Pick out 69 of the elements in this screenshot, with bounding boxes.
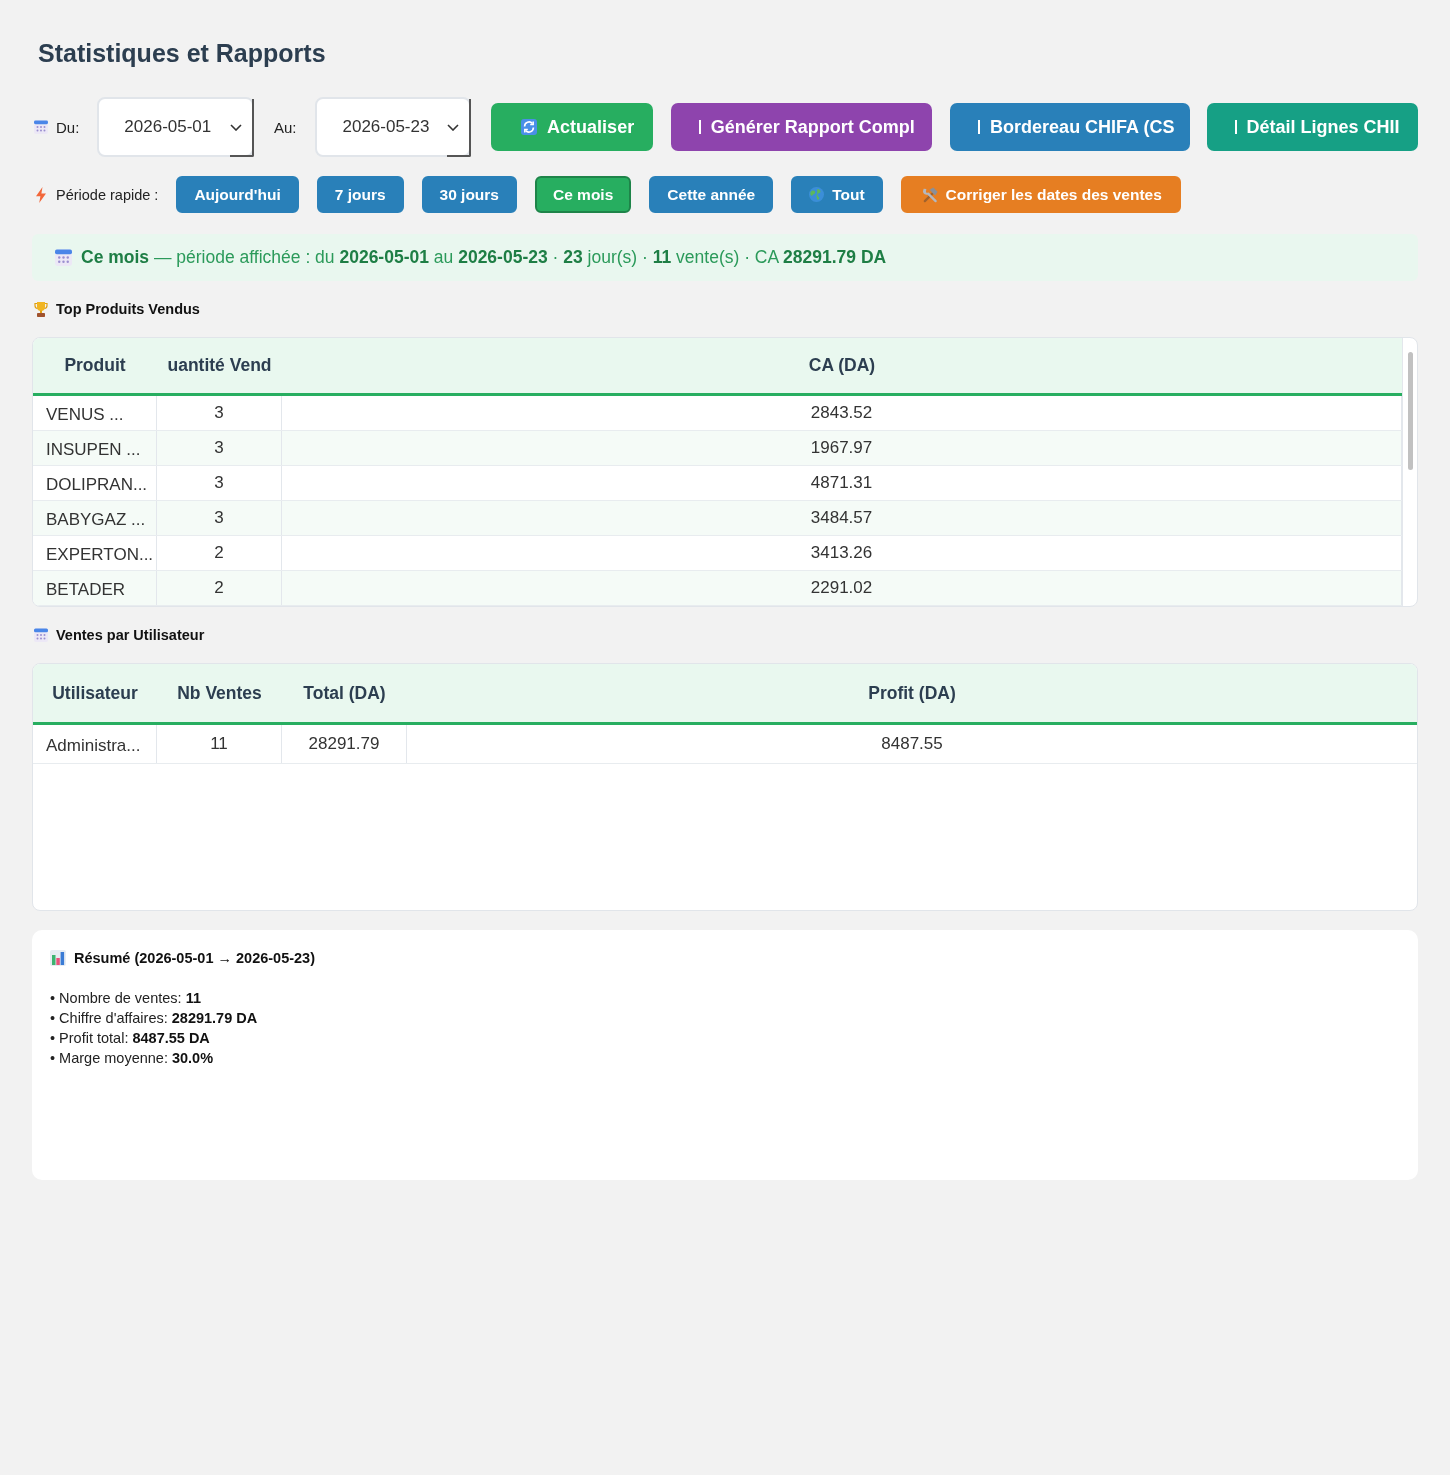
chevron-down-icon bbox=[447, 123, 460, 131]
column-header: Total (DA) bbox=[302, 682, 387, 704]
bar-chart-icon bbox=[50, 950, 66, 966]
page-title: Statistiques et Rapports bbox=[37, 38, 326, 68]
column-header: CA (DA) bbox=[807, 355, 877, 376]
table-cell: 3413.26 bbox=[282, 536, 1402, 570]
scrollbar-thumb[interactable] bbox=[1408, 352, 1413, 470]
table-cell: 1967.97 bbox=[282, 431, 1402, 465]
bar-icon bbox=[1234, 120, 1237, 134]
date-select[interactable]: 2026-05-23 bbox=[315, 97, 472, 157]
summary-title: Résumé (2026-05-01 → 2026-05-23) bbox=[74, 950, 315, 966]
table-cell: DOLIPRAN... bbox=[33, 466, 157, 500]
table-cell: 3 bbox=[157, 501, 282, 535]
summary-line: • Marge moyenne: 30.0% bbox=[50, 1049, 214, 1068]
fix-dates-button[interactable]: Corriger les dates des ventes bbox=[900, 176, 1181, 213]
section-title: Ventes par Utilisateur bbox=[56, 627, 205, 643]
table-cell: EXPERTON... bbox=[33, 536, 157, 570]
table-cell: VENUS ... bbox=[33, 396, 157, 430]
chevron-down-icon bbox=[229, 123, 242, 131]
calendar-icon bbox=[34, 120, 48, 134]
calendar-icon bbox=[34, 628, 48, 642]
period-summary-text: Ce mois — période affichée : du 2026-05-01 au 2026-05-23 · 23 jour(s) · 11 vente(s) · CA 28291.79 DA bbox=[81, 247, 887, 268]
period-button[interactable]: Cette année bbox=[649, 176, 774, 213]
period-button[interactable]: Ce mois bbox=[535, 176, 632, 213]
period-button[interactable]: Aujourd'hui bbox=[176, 176, 299, 213]
table-cell: INSUPEN ... bbox=[33, 431, 157, 465]
calendar-icon bbox=[55, 249, 72, 266]
table-cell: Administra... bbox=[33, 725, 157, 763]
table-cell: 2291.02 bbox=[282, 571, 1402, 605]
table-cell: 3484.57 bbox=[282, 501, 1402, 535]
action-button[interactable]: Générer Rapport Compl bbox=[670, 103, 933, 151]
table-cell: 3 bbox=[157, 466, 282, 500]
table-cell: 4871.31 bbox=[282, 466, 1402, 500]
summary-line: • Nombre de ventes: 11 bbox=[50, 989, 201, 1008]
table-cell: 3 bbox=[157, 431, 282, 465]
table-cell: 2 bbox=[157, 536, 282, 570]
section-title: Top Produits Vendus bbox=[56, 301, 200, 317]
table-cell: 11 bbox=[157, 725, 282, 763]
action-button[interactable]: Détail Lignes CHII bbox=[1206, 103, 1418, 151]
tools-icon bbox=[921, 186, 938, 203]
summary-line: • Profit total: 8487.55 DA bbox=[50, 1029, 210, 1048]
period-label: Période rapide : bbox=[56, 186, 159, 203]
column-header: Utilisateur bbox=[51, 682, 139, 704]
action-button[interactable]: Actualiser bbox=[491, 103, 653, 151]
period-button[interactable]: 30 jours bbox=[421, 176, 517, 213]
period-button[interactable]: 7 jours bbox=[316, 176, 404, 213]
action-button[interactable]: Bordereau CHIFA (CS bbox=[950, 103, 1190, 151]
lightning-icon bbox=[36, 186, 46, 203]
bar-icon bbox=[978, 120, 981, 134]
from-label: Du: bbox=[55, 118, 80, 136]
table-cell: 3 bbox=[157, 396, 282, 430]
column-header: Nb Ventes bbox=[176, 682, 263, 704]
refresh-icon bbox=[521, 119, 538, 135]
globe-icon bbox=[809, 187, 825, 202]
table-cell-text: 8487.55 bbox=[880, 733, 944, 755]
column-header: Produit bbox=[63, 355, 127, 376]
date-select[interactable]: 2026-05-01 bbox=[97, 97, 254, 157]
bar-icon bbox=[698, 120, 701, 134]
summary-line: • Chiffre d'affaires: 28291.79 DA bbox=[50, 1009, 258, 1028]
table-cell: 28291.79 bbox=[282, 725, 407, 763]
to-label: Au: bbox=[273, 118, 297, 136]
trophy-icon bbox=[34, 301, 48, 317]
period-button[interactable]: Tout bbox=[791, 176, 883, 213]
table-cell: 2 bbox=[157, 571, 282, 605]
column-header: uantité Vend bbox=[166, 355, 273, 376]
table-cell: 2843.52 bbox=[282, 396, 1402, 430]
table-cell: BETADER bbox=[33, 571, 157, 605]
table-cell: BABYGAZ ... bbox=[33, 501, 157, 535]
column-header: Profit (DA) bbox=[867, 682, 957, 704]
